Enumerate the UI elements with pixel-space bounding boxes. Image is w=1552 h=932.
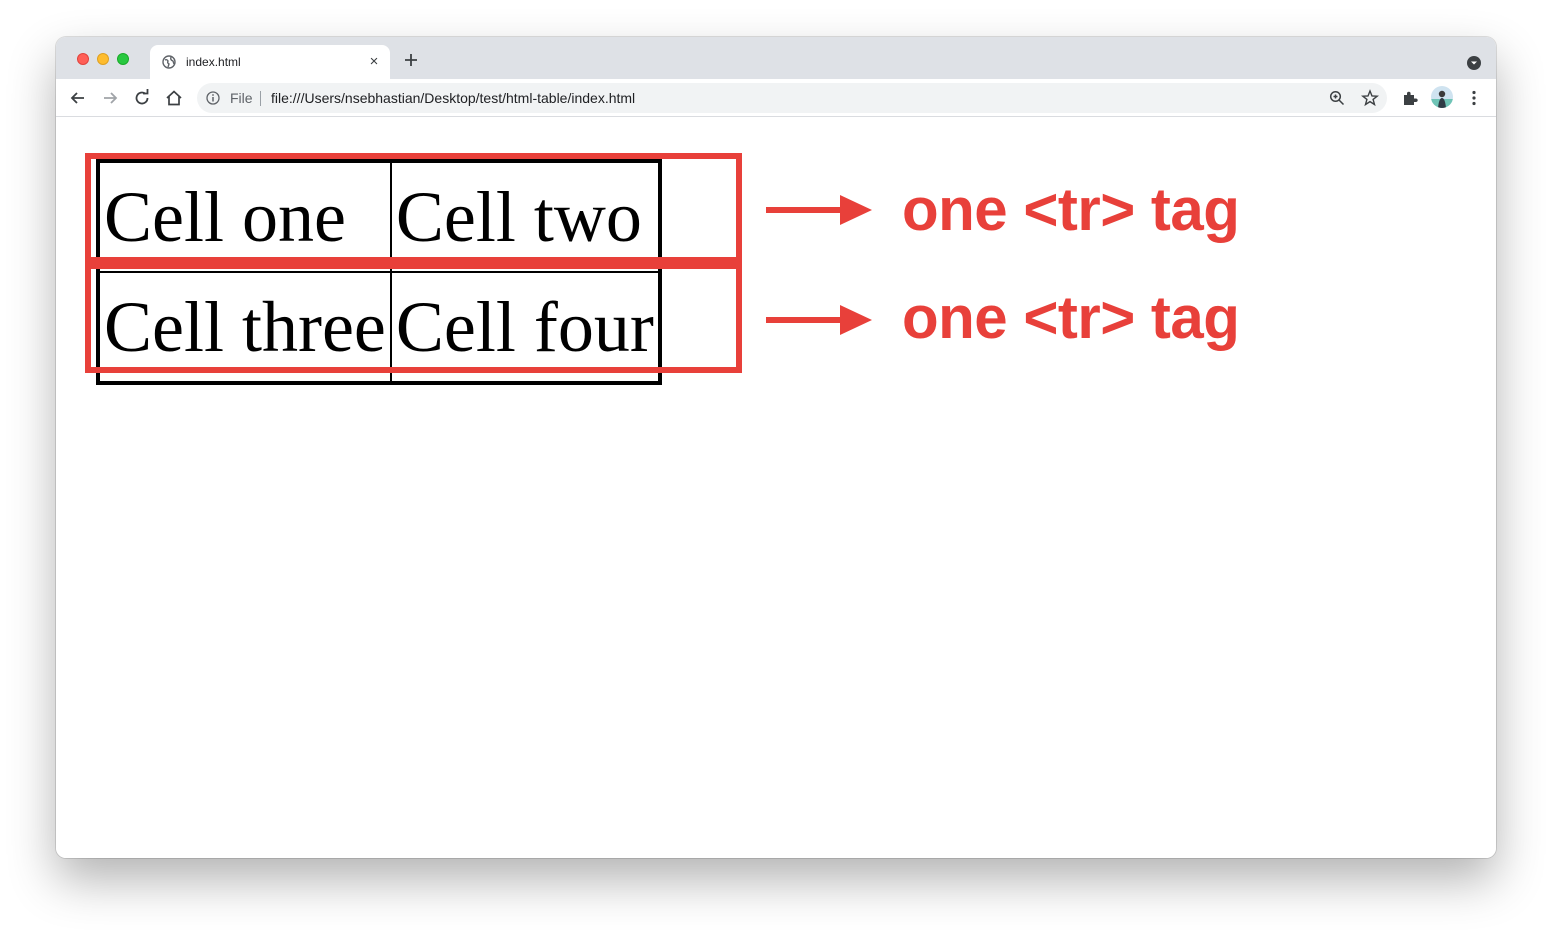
row-highlight-box bbox=[85, 263, 742, 373]
browser-window: index.html × File file:///Users/nsebhast… bbox=[56, 37, 1496, 858]
tab-index-html[interactable]: index.html × bbox=[150, 45, 390, 79]
back-arrow-icon[interactable] bbox=[68, 88, 88, 108]
avatar[interactable] bbox=[1431, 86, 1453, 108]
row-highlight-box bbox=[85, 153, 742, 263]
page-content: Cell one Cell two Cell three Cell four o… bbox=[56, 117, 1496, 858]
home-icon[interactable] bbox=[164, 88, 184, 108]
plus-icon[interactable] bbox=[402, 51, 420, 69]
close-window-button[interactable] bbox=[77, 53, 89, 65]
puzzle-icon[interactable] bbox=[1400, 88, 1420, 108]
info-icon[interactable] bbox=[206, 91, 220, 105]
url-text[interactable]: file:///Users/nsebhastian/Desktop/test/h… bbox=[271, 90, 635, 106]
divider bbox=[260, 91, 261, 106]
address-bar[interactable]: File file:///Users/nsebhastian/Desktop/t… bbox=[197, 83, 1387, 113]
right-arrow-icon bbox=[766, 195, 872, 225]
minimize-window-button[interactable] bbox=[97, 53, 109, 65]
right-arrow-icon bbox=[766, 305, 872, 335]
annotation-label: one <tr> tag bbox=[902, 176, 1240, 243]
forward-arrow-icon[interactable] bbox=[100, 88, 120, 108]
browser-toolbar: File file:///Users/nsebhastian/Desktop/t… bbox=[56, 79, 1496, 117]
tab-strip: index.html × bbox=[56, 37, 1496, 79]
profile-icon bbox=[1431, 90, 1453, 108]
zoom-icon[interactable] bbox=[1329, 90, 1345, 106]
scheme-label: File bbox=[230, 90, 253, 106]
annotation-label: one <tr> tag bbox=[902, 284, 1240, 351]
globe-icon bbox=[162, 55, 176, 69]
tab-title: index.html bbox=[186, 55, 241, 69]
star-icon[interactable] bbox=[1361, 89, 1379, 107]
maximize-window-button[interactable] bbox=[117, 53, 129, 65]
tab-search-icon[interactable] bbox=[1466, 55, 1482, 71]
reload-icon[interactable] bbox=[132, 88, 152, 108]
kebab-menu-icon[interactable] bbox=[1464, 88, 1484, 108]
close-icon[interactable]: × bbox=[366, 54, 382, 70]
